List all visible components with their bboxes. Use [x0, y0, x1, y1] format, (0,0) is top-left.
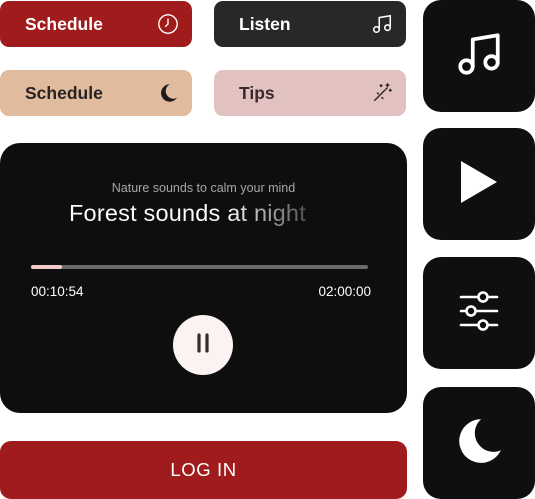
- music-tile[interactable]: [423, 0, 535, 112]
- music-note-icon: [370, 12, 394, 36]
- play-tile[interactable]: [423, 128, 535, 240]
- player-title-marquee: Forest sounds at night: [69, 200, 321, 234]
- tips-button[interactable]: Tips: [214, 70, 406, 116]
- moon-icon: [156, 81, 180, 105]
- magic-wand-icon: [370, 81, 394, 105]
- progress-bar[interactable]: [31, 265, 368, 269]
- sliders-icon: [457, 289, 501, 338]
- schedule-label: Schedule: [25, 13, 103, 34]
- clock-icon: [156, 12, 180, 36]
- player-title: Forest sounds at night: [69, 200, 321, 227]
- music-note-icon: [454, 29, 504, 84]
- play-icon: [457, 158, 501, 211]
- tips-label: Tips: [239, 82, 275, 103]
- login-label: LOG IN: [170, 459, 237, 480]
- schedule-button[interactable]: Schedule: [0, 1, 192, 47]
- listen-label: Listen: [239, 13, 291, 34]
- schedule-night-label: Schedule: [25, 82, 103, 103]
- audio-player-card: Nature sounds to calm your mind Forest s…: [0, 143, 407, 413]
- elapsed-time: 00:10:54: [31, 284, 84, 299]
- pause-icon: [194, 332, 212, 359]
- sleep-tile[interactable]: [423, 387, 535, 499]
- listen-button[interactable]: Listen: [214, 1, 406, 47]
- total-time: 02:00:00: [318, 284, 371, 299]
- moon-icon: [454, 416, 504, 471]
- player-subtitle: Nature sounds to calm your mind: [111, 181, 296, 195]
- settings-tile[interactable]: [423, 257, 535, 369]
- progress-fill: [31, 265, 62, 269]
- schedule-night-button[interactable]: Schedule: [0, 70, 192, 116]
- login-button[interactable]: LOG IN: [0, 441, 407, 499]
- pause-button[interactable]: [173, 315, 233, 375]
